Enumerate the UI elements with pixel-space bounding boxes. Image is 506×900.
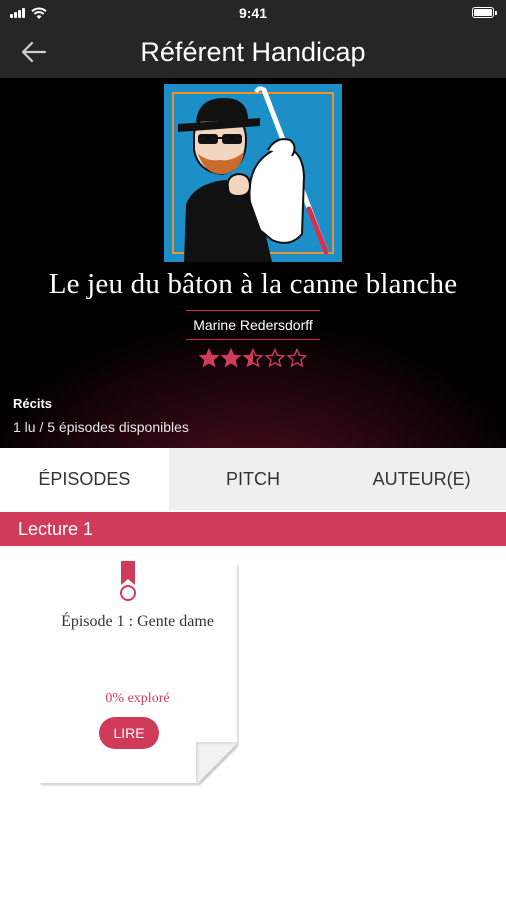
arrow-left-icon bbox=[21, 41, 47, 63]
bookmark-icon bbox=[120, 561, 136, 601]
author-link[interactable]: Marine Redersdorff bbox=[0, 317, 506, 333]
star-icon bbox=[243, 348, 263, 368]
star-rating bbox=[0, 348, 506, 368]
star-icon bbox=[199, 348, 219, 368]
star-icon bbox=[221, 348, 241, 368]
nav-bar: Référent Handicap bbox=[0, 26, 506, 78]
status-bar: 9:41 bbox=[0, 0, 506, 26]
book-cover bbox=[164, 84, 342, 262]
tab-pitch[interactable]: PITCH bbox=[168, 448, 338, 510]
status-time: 9:41 bbox=[238, 5, 268, 21]
tab-author[interactable]: AUTEUR(E) bbox=[337, 448, 506, 510]
tab-bar: ÉPISODES PITCH AUTEUR(E) bbox=[0, 448, 506, 510]
episode-title: Épisode 1 : Gente dame bbox=[61, 613, 214, 630]
section-label: Récits bbox=[13, 396, 53, 411]
explored-percent: 0% exploré bbox=[105, 691, 170, 706]
star-icon bbox=[265, 348, 285, 368]
page-title: Référent Handicap bbox=[140, 37, 366, 67]
back-button[interactable] bbox=[14, 36, 54, 68]
divider bbox=[186, 339, 320, 340]
divider bbox=[186, 310, 320, 311]
book-title: Le jeu du bâton à la canne blanche bbox=[48, 268, 458, 300]
progress-text: 1 lu / 5 épisodes disponibles bbox=[13, 419, 189, 435]
star-icon bbox=[287, 348, 307, 368]
lecture-header: Lecture 1 bbox=[0, 512, 506, 546]
tab-episodes[interactable]: ÉPISODES bbox=[0, 448, 169, 510]
book-header: Le jeu du bâton à la canne blanche Marin… bbox=[0, 78, 506, 448]
cover-illustration bbox=[178, 86, 329, 262]
battery-icon bbox=[472, 7, 497, 18]
episode-card[interactable]: Épisode 1 : Gente dame 0% exploré LIRE bbox=[38, 561, 239, 786]
read-button[interactable]: LIRE bbox=[99, 717, 159, 749]
